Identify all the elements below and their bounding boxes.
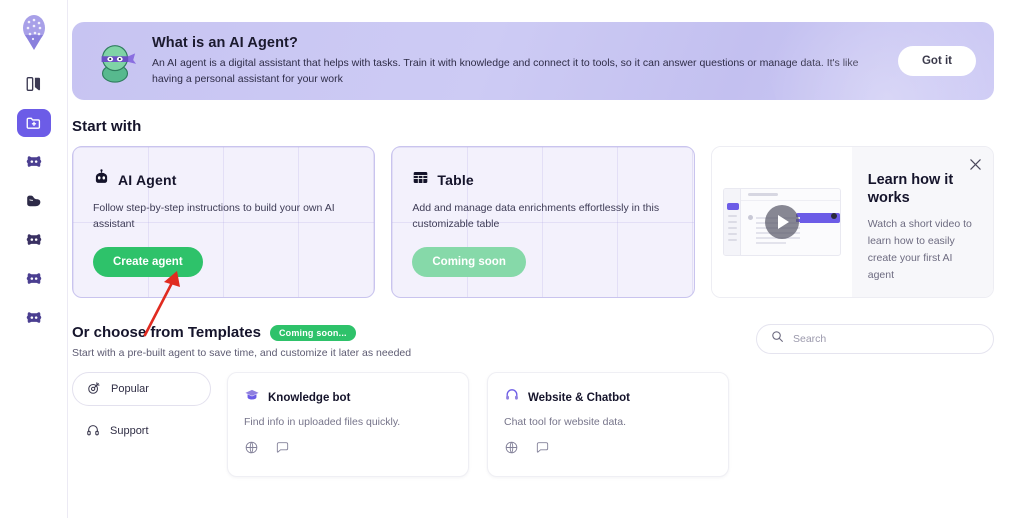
template-card-description: Find info in uploaded files quickly. [244, 416, 401, 428]
start-with-heading: Start with [72, 118, 142, 135]
templates-title-row: Or choose from Templates Coming soon... [72, 324, 411, 341]
robot-head-icon [93, 169, 110, 191]
start-cards: AI Agent Follow step-by-step instruction… [72, 146, 994, 298]
graduation-cap-icon [244, 387, 260, 408]
template-cards: Knowledge bot Find info in uploaded file… [227, 372, 729, 477]
target-icon [87, 381, 101, 398]
chat-bubble-icon[interactable] [535, 440, 550, 460]
play-button-icon[interactable] [764, 205, 799, 239]
coming-soon-button: Coming soon [412, 246, 526, 277]
banner-text: What is an AI Agent? An AI agent is a di… [152, 35, 884, 88]
sidebar-item-muscle[interactable] [17, 187, 51, 215]
coming-soon-badge: Coming soon... [269, 324, 356, 341]
bot-face-icon [24, 153, 44, 171]
close-icon[interactable] [967, 156, 983, 172]
template-card-website-chatbot[interactable]: Website & Chatbot Chat tool for website … [487, 372, 729, 477]
balloon-logo-icon[interactable] [14, 10, 54, 58]
got-it-button[interactable]: Got it [897, 46, 976, 76]
sidebar-item-bot-2[interactable] [17, 226, 51, 254]
filter-label: Support [110, 425, 149, 437]
template-card-description: Chat tool for website data. [504, 416, 626, 428]
templates-subheading: Start with a pre-built agent to save tim… [72, 347, 412, 359]
table-grid-icon [412, 169, 429, 191]
filter-popular[interactable]: Popular [72, 372, 211, 406]
filter-label: Popular [111, 383, 149, 395]
templates-header: Or choose from Templates Coming soon... … [72, 324, 994, 359]
start-card-ai-agent[interactable]: AI Agent Follow step-by-step instruction… [72, 146, 376, 298]
template-card-channels [244, 440, 452, 460]
search-icon [771, 330, 784, 348]
create-agent-button[interactable]: Create agent [93, 246, 203, 277]
video-card-title: Learn how it works [867, 172, 954, 207]
banner-title: What is an AI Agent? [152, 34, 298, 51]
book-pages-icon [25, 75, 43, 93]
card-description: Add and manage data enrichments effortle… [412, 202, 660, 230]
card-title: AI Agent [118, 172, 177, 188]
template-card-title: Website & Chatbot [528, 391, 631, 404]
templates-heading-group: Or choose from Templates Coming soon... … [72, 324, 411, 359]
sidebar-item-book-pages[interactable] [17, 70, 51, 98]
globe-icon[interactable] [244, 440, 259, 460]
sidebar [0, 0, 68, 518]
start-card-table[interactable]: Table Add and manage data enrichments ef… [391, 146, 695, 298]
template-card-head: Website & Chatbot [504, 387, 712, 408]
bot-face-icon [24, 270, 44, 288]
template-card-title: Knowledge bot [268, 391, 351, 404]
video-thumbnail[interactable] [711, 147, 852, 297]
card-title-row: AI Agent [93, 169, 354, 191]
headphones-icon [86, 423, 100, 440]
card-description: Follow step-by-step instructions to buil… [93, 202, 335, 230]
sidebar-item-folder-plus[interactable] [16, 109, 51, 137]
muscle-arm-icon [24, 192, 43, 210]
main-content: What is an AI Agent? An AI agent is a di… [68, 0, 1024, 518]
app-root: What is an AI Agent? An AI agent is a di… [0, 0, 1024, 518]
template-card-head: Knowledge bot [244, 387, 452, 408]
headset-icon [504, 387, 520, 408]
sidebar-item-bot-1[interactable] [17, 148, 51, 176]
info-banner: What is an AI Agent? An AI agent is a di… [72, 22, 994, 100]
template-filters: Popular Support [72, 372, 211, 477]
sidebar-item-bot-4[interactable] [17, 304, 51, 332]
ninja-mascot-icon [92, 38, 138, 84]
video-card-text: Learn how it works Watch a short video t… [851, 147, 993, 297]
filter-support[interactable]: Support [72, 414, 211, 448]
sidebar-item-bot-3[interactable] [17, 265, 51, 293]
banner-body: An AI agent is a digital assistant that … [152, 56, 859, 85]
globe-icon[interactable] [504, 440, 519, 460]
bot-face-icon [24, 231, 44, 249]
folder-plus-icon [25, 114, 43, 132]
chat-bubble-icon[interactable] [275, 440, 290, 460]
video-card-description: Watch a short video to learn how to easi… [867, 218, 972, 281]
templates-heading: Or choose from Templates [72, 324, 261, 341]
search-input[interactable] [793, 333, 979, 345]
search-box[interactable] [756, 324, 994, 354]
template-card-knowledge-bot[interactable]: Knowledge bot Find info in uploaded file… [227, 372, 469, 477]
card-title-row: Table [412, 169, 673, 191]
template-card-channels [504, 440, 712, 460]
learn-how-it-works-card[interactable]: Learn how it works Watch a short video t… [710, 146, 994, 298]
templates-body: Popular Support Knowledge bot Find info … [72, 372, 994, 477]
bot-face-icon [24, 309, 44, 327]
card-title: Table [437, 172, 474, 188]
